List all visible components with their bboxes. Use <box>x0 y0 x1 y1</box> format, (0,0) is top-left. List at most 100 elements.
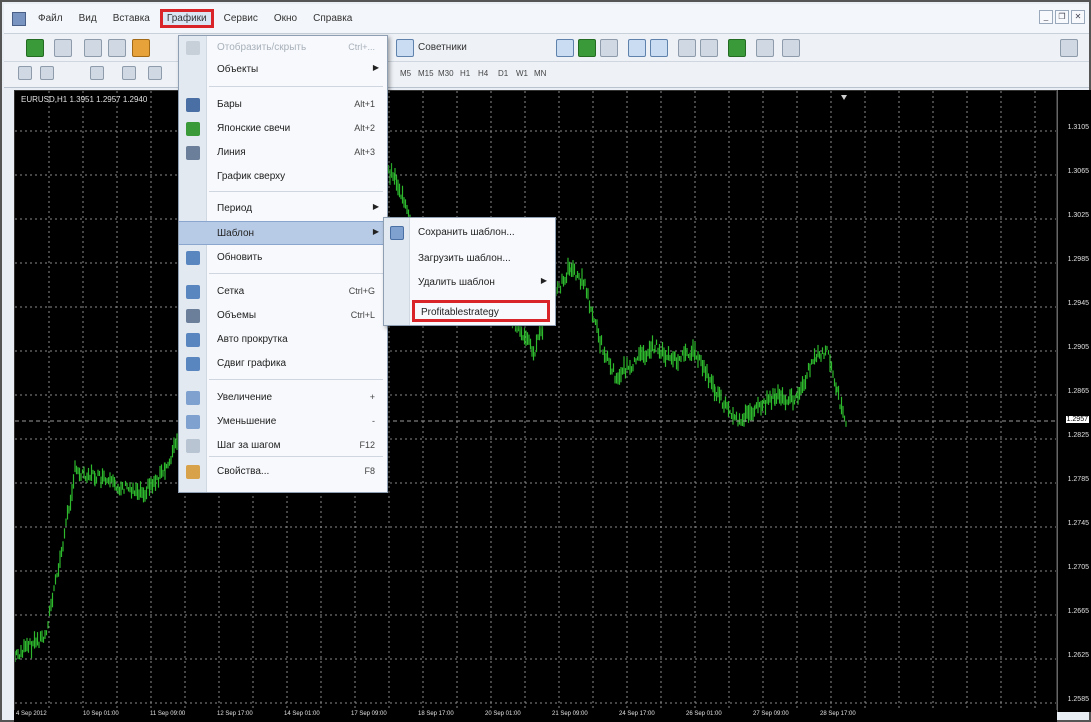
menu-item-label: Отобразить/скрыть <box>217 42 307 53</box>
template-submenu-item[interactable]: Загрузить шаблон... <box>384 248 555 270</box>
indicators-icon[interactable] <box>728 39 746 57</box>
price-label: 1.3105 <box>1067 124 1089 131</box>
price-label: 1.2785 <box>1067 476 1089 483</box>
charts-menu-item[interactable]: Сетка Ctrl+G <box>179 280 387 304</box>
chart-info: EURUSD,H1 1.3951 1.2957 1.2940 <box>21 95 148 104</box>
menu-item-shortcut: Alt+2 <box>354 123 375 133</box>
menu-charts[interactable]: Графики <box>159 9 214 28</box>
save-template-icon <box>390 226 404 240</box>
timeframe-w1[interactable]: W1 <box>516 69 528 78</box>
menu-item-label: Шаг за шагом <box>217 440 281 451</box>
timeframe-m30[interactable]: M30 <box>438 69 454 78</box>
charts-menu-item[interactable]: Объемы Ctrl+L <box>179 304 387 328</box>
profiles-icon[interactable] <box>54 39 72 57</box>
submenu-arrow-icon: ▶ <box>540 276 547 285</box>
charts-menu-item[interactable]: Шаблон ▶ <box>179 221 387 245</box>
market-watch-icon[interactable] <box>84 39 102 57</box>
terminal-icon[interactable] <box>132 39 150 57</box>
template-submenu-item[interactable]: Удалить шаблон ▶ <box>384 272 555 294</box>
timeframe-m5[interactable]: M5 <box>400 69 411 78</box>
timeframe-h1[interactable]: H1 <box>460 69 470 78</box>
timeframe-h4[interactable]: H4 <box>478 69 488 78</box>
price-label: 1.2985 <box>1067 256 1089 263</box>
cursor-icon[interactable] <box>18 66 32 80</box>
charts-menu-item[interactable]: Отобразить/скрыть Ctrl+... <box>179 36 387 60</box>
line-studies-toolbar: M5 M15 M30 H1 H4 D1 W1 MN <box>4 62 1089 88</box>
charts-menu-item[interactable]: Шаг за шагом F12 <box>179 434 387 458</box>
menu-separator <box>209 379 383 380</box>
menu-item-shortcut: Ctrl+L <box>350 310 375 320</box>
menu-item-label: Объекты <box>217 64 259 75</box>
close-button[interactable]: ✕ <box>1071 10 1085 24</box>
price-chart[interactable]: EURUSD,H1 1.3951 1.2957 1.2940 <box>14 90 1057 712</box>
minimize-button[interactable]: _ <box>1039 10 1053 24</box>
advisors-label[interactable]: Советники <box>418 42 467 53</box>
timeframe-mn[interactable]: MN <box>534 69 546 78</box>
line-chart-icon <box>186 146 200 160</box>
menu-item-label: Японские свечи <box>217 123 291 134</box>
refresh-icon <box>186 251 200 265</box>
submenu-arrow-icon: ▶ <box>372 202 379 211</box>
trendline-icon[interactable] <box>148 66 162 80</box>
charts-menu-item[interactable]: Линия Alt+3 <box>179 141 387 165</box>
menu-item-label: Период <box>217 203 253 214</box>
chart-shift-icon[interactable] <box>700 39 718 57</box>
time-label: 18 Sep 17:00 <box>418 711 454 717</box>
menu-item-shortcut: F12 <box>359 440 375 450</box>
zoom-out-icon <box>186 415 200 429</box>
price-label: 1.3065 <box>1067 168 1089 175</box>
templates-icon[interactable] <box>782 39 800 57</box>
charts-menu-item[interactable]: Период ▶ <box>179 197 387 221</box>
menu-separator <box>209 86 383 87</box>
chart-canvas[interactable] <box>15 91 1057 712</box>
charts-menu-item[interactable]: Свойства... F8 <box>179 460 387 484</box>
price-label: 1.2585 <box>1067 696 1089 703</box>
charts-menu-item[interactable]: Объекты ▶ <box>179 58 387 82</box>
charts-menu-item[interactable]: Бары Alt+1 <box>179 93 387 117</box>
charts-menu-item[interactable]: Сдвиг графика <box>179 352 387 376</box>
timeframe-d1[interactable]: D1 <box>498 69 508 78</box>
new-chart-icon[interactable] <box>26 39 44 57</box>
menu-help[interactable]: Справка <box>307 11 358 26</box>
charts-menu-item[interactable]: Уменьшение - <box>179 410 387 434</box>
menu-item-label: График сверху <box>217 171 286 182</box>
time-label: 26 Sep 01:00 <box>686 711 722 717</box>
crosshair-icon[interactable] <box>40 66 54 80</box>
zoom-out-icon[interactable] <box>650 39 668 57</box>
zoom-in-icon <box>186 391 200 405</box>
menu-item-label: Сдвиг графика <box>217 358 287 369</box>
price-label: 1.2945 <box>1067 300 1089 307</box>
template-profitablestrategy[interactable]: Profitablestrategy <box>412 300 550 322</box>
charts-menu-item[interactable]: Японские свечи Alt+2 <box>179 117 387 141</box>
advisors-icon[interactable] <box>396 39 414 57</box>
charts-menu-item[interactable]: Увеличение + <box>179 386 387 410</box>
bar-chart-icon[interactable] <box>556 39 574 57</box>
chart-grid <box>15 91 1056 711</box>
extra-icon[interactable] <box>1060 39 1078 57</box>
template-submenu-item[interactable]: Сохранить шаблон... <box>384 222 555 244</box>
menu-view[interactable]: Вид <box>73 11 103 26</box>
horizontal-line-icon[interactable] <box>122 66 136 80</box>
standard-toolbar: Советники <box>4 34 1089 62</box>
shift-marker-icon[interactable] <box>841 95 847 100</box>
menu-item-label: Увеличение <box>217 392 273 403</box>
menu-file[interactable]: Файл <box>32 11 69 26</box>
menu-insert[interactable]: Вставка <box>107 11 156 26</box>
zoom-in-icon[interactable] <box>628 39 646 57</box>
periods-icon[interactable] <box>756 39 774 57</box>
candlestick-icon[interactable] <box>578 39 596 57</box>
price-label: 1.2625 <box>1067 652 1089 659</box>
charts-menu-item[interactable]: Авто прокрутка <box>179 328 387 352</box>
candlestick-icon <box>186 122 200 136</box>
restore-button[interactable]: ❐ <box>1055 10 1069 24</box>
autoscroll-icon[interactable] <box>678 39 696 57</box>
menu-window[interactable]: Окно <box>268 11 303 26</box>
vertical-line-icon[interactable] <box>90 66 104 80</box>
charts-menu-item[interactable]: График сверху <box>179 165 387 189</box>
timeframe-m15[interactable]: M15 <box>418 69 434 78</box>
menu-tools[interactable]: Сервис <box>218 11 264 26</box>
line-chart-icon[interactable] <box>600 39 618 57</box>
time-label: 11 Sep 09:00 <box>150 711 186 717</box>
navigator-icon[interactable] <box>108 39 126 57</box>
charts-menu-item[interactable]: Обновить <box>179 246 387 270</box>
